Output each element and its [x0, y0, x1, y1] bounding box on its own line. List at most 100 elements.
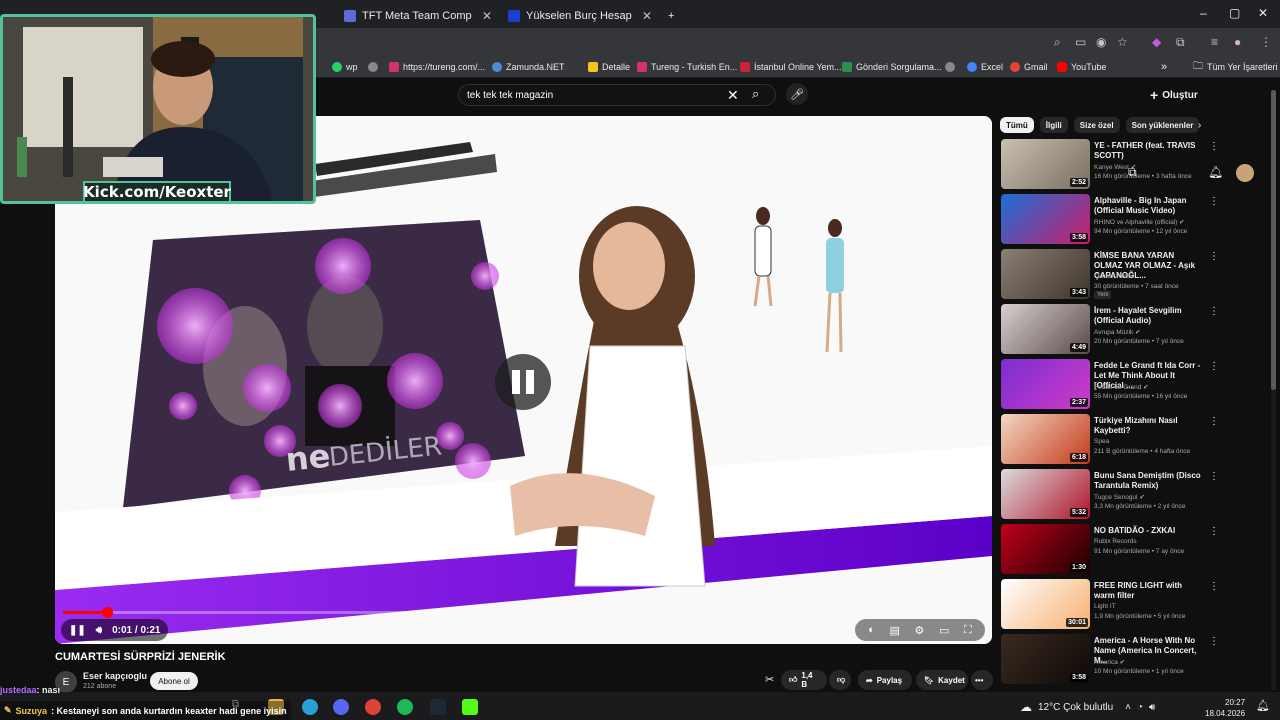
- channel-name[interactable]: Eser kapçıoglu: [83, 671, 147, 681]
- eye-off-icon[interactable]: ◉: [1096, 35, 1106, 49]
- bookmark-item[interactable]: YouTube: [1057, 60, 1106, 74]
- save-button[interactable]: 🔖︎ Kaydet: [916, 670, 968, 690]
- recommendation-item[interactable]: 5:32 Bunu Sana Demiştim (Disco Tarantula …: [1001, 469, 1261, 521]
- zoom-icon[interactable]: ⌕: [1054, 35, 1061, 50]
- settings-gear-icon[interactable]: ⚙: [915, 624, 925, 637]
- recommendation-item[interactable]: 4:49 İrem - Hayalet Sevgilim (Official Au…: [1001, 304, 1261, 356]
- dislike-button[interactable]: 👎︎: [829, 670, 851, 690]
- bookmarks-overflow-button[interactable]: »: [1161, 60, 1167, 74]
- search-icon[interactable]: ⌕: [752, 86, 759, 102]
- video-thumbnail[interactable]: 2:52: [1001, 139, 1090, 189]
- weather-text[interactable]: 12°C Çok bulutlu: [1038, 702, 1113, 713]
- tab-close-icon[interactable]: ✕: [642, 9, 652, 23]
- progress-bar[interactable]: [63, 607, 984, 618]
- recommendation-item[interactable]: 3:43 KİMSE BANA YARAN OLMAZ YAR OLMAZ - A…: [1001, 249, 1261, 301]
- all-bookmarks-folder[interactable]: 🗀 Tüm Yer İşaretleri: [1193, 60, 1278, 74]
- video-thumbnail[interactable]: 6:18: [1001, 414, 1090, 464]
- media-control-icon[interactable]: ≡: [1211, 35, 1218, 49]
- scrollbar[interactable]: [1271, 90, 1276, 690]
- bookmark-item[interactable]: İstanbul Online Yem...: [740, 60, 842, 74]
- more-options-icon[interactable]: ⋮: [1209, 251, 1219, 262]
- bookmark-item[interactable]: Gmail: [1010, 60, 1048, 74]
- notification-icon[interactable]: 🔔︎: [1256, 699, 1270, 712]
- extension-icon[interactable]: ◆: [1152, 35, 1161, 49]
- video-thumbnail[interactable]: 30:01: [1001, 579, 1090, 629]
- recommendation-title[interactable]: Bunu Sana Demiştim (Disco Tarantula Remi…: [1094, 471, 1204, 491]
- network-icon[interactable]: ◔: [1137, 702, 1143, 713]
- steam-icon[interactable]: [430, 699, 446, 715]
- more-options-icon[interactable]: ⋮: [1209, 196, 1219, 207]
- recommendation-channel[interactable]: Avrupa Müzik ✔: [1094, 328, 1141, 336]
- recommendation-item[interactable]: 2:37 Fedde Le Grand ft Ida Corr - Let Me …: [1001, 359, 1261, 411]
- video-thumbnail[interactable]: 5:32: [1001, 469, 1090, 519]
- more-options-icon[interactable]: ⋮: [1209, 416, 1219, 427]
- bookmark-item[interactable]: Excel: [967, 60, 1003, 74]
- autoplay-toggle[interactable]: ◐: [868, 624, 875, 636]
- recommendation-item[interactable]: 3:58 Alphaville - Big In Japan (Official …: [1001, 194, 1261, 246]
- video-thumbnail[interactable]: 3:58: [1001, 634, 1090, 684]
- edge-icon[interactable]: [302, 699, 318, 715]
- fullscreen-icon[interactable]: ⛶: [964, 624, 972, 637]
- close-window-button[interactable]: ✕: [1258, 6, 1268, 20]
- discord-icon[interactable]: [333, 699, 349, 715]
- recommendation-item[interactable]: 30:01 FREE RING LIGHT with warm filter Lig…: [1001, 579, 1261, 631]
- clock[interactable]: 20:27 18.04.2026: [1205, 697, 1245, 719]
- share-button[interactable]: ➦ Paylaş: [858, 670, 912, 690]
- puzzle-icon[interactable]: ⧉: [1176, 35, 1185, 50]
- spotify-icon[interactable]: [397, 699, 413, 715]
- recommendation-channel[interactable]: RHINO ve Alphaville (official) ✔: [1094, 218, 1185, 226]
- bookmark-item[interactable]: Gönderi Sorgulama...: [842, 60, 942, 74]
- video-thumbnail[interactable]: 4:49: [1001, 304, 1090, 354]
- video-thumbnail[interactable]: 2:37: [1001, 359, 1090, 409]
- new-tab-button[interactable]: +: [660, 4, 684, 28]
- bookmark-item[interactable]: [368, 60, 378, 74]
- browser-tab[interactable]: Yükselen Burç Hesaplama 2026 ✕: [500, 4, 660, 28]
- scrollbar-thumb[interactable]: [1271, 90, 1276, 390]
- subtitles-icon[interactable]: ▤: [890, 624, 900, 637]
- kick-icon[interactable]: [462, 699, 478, 715]
- like-button[interactable]: 👍︎ 1,4 B: [781, 670, 827, 690]
- recommendation-item[interactable]: 6:18 Türkiye Mizahını Nasıl Kaybetti? Spea…: [1001, 414, 1261, 466]
- recommendation-channel[interactable]: Kanye West ✔: [1094, 163, 1136, 171]
- pause-icon[interactable]: ❚❚: [69, 625, 86, 636]
- recommendation-title[interactable]: Alphaville - Big In Japan (Official Musi…: [1094, 196, 1204, 216]
- chip-for-you[interactable]: Size özel: [1073, 117, 1120, 133]
- chip-recently-uploaded[interactable]: Son yüklenenler: [1125, 117, 1200, 133]
- more-options-icon[interactable]: ⋮: [1209, 581, 1219, 592]
- recommendation-title[interactable]: FREE RING LIGHT with warm filter: [1094, 581, 1204, 601]
- subscribe-button[interactable]: Abone ol: [150, 672, 198, 690]
- star-icon[interactable]: ☆: [1117, 35, 1128, 49]
- video-thumbnail[interactable]: 1:30: [1001, 524, 1090, 574]
- recommendation-channel[interactable]: America ✔: [1094, 658, 1125, 666]
- bookmark-item[interactable]: wp: [332, 60, 358, 74]
- recommendation-channel[interactable]: Rubix Records: [1094, 538, 1137, 545]
- video-thumbnail[interactable]: 3:43: [1001, 249, 1090, 299]
- maximize-button[interactable]: ▢: [1229, 6, 1240, 20]
- remix-icon[interactable]: ✂: [765, 673, 774, 686]
- bookmark-item[interactable]: https://tureng.com/...: [389, 60, 485, 74]
- recommendation-channel[interactable]: Spea: [1094, 438, 1109, 445]
- more-actions-button[interactable]: •••: [971, 670, 993, 690]
- recommendation-item[interactable]: 1:30 NO BATIDÃO - ZXKAI Rubix Records 91 Mn…: [1001, 524, 1261, 576]
- more-options-icon[interactable]: ⋮: [1209, 306, 1219, 317]
- clear-search-icon[interactable]: ✕: [727, 87, 739, 104]
- recommendation-channel[interactable]: Tugce Senogul ✔: [1094, 493, 1145, 501]
- recommendation-channel[interactable]: Light IT: [1094, 603, 1116, 610]
- chevron-right-icon[interactable]: ›: [1198, 120, 1201, 131]
- bookmark-item[interactable]: Tureng - Turkish En...: [637, 60, 737, 74]
- video-thumbnail[interactable]: 3:58: [1001, 194, 1090, 244]
- recommendation-title[interactable]: İrem - Hayalet Sevgilim (Official Audio): [1094, 306, 1204, 326]
- chip-all[interactable]: Tümü: [1000, 117, 1034, 133]
- chip-related[interactable]: İlgili: [1039, 117, 1068, 133]
- microphone-icon[interactable]: 🎤︎: [786, 83, 808, 105]
- more-options-icon[interactable]: ⋮: [1209, 636, 1219, 647]
- profile-avatar-icon[interactable]: ●: [1234, 35, 1241, 49]
- create-button[interactable]: + Oluştur: [1150, 87, 1198, 103]
- tab-close-icon[interactable]: ✕: [482, 9, 492, 23]
- recommendation-title[interactable]: Türkiye Mizahını Nasıl Kaybetti?: [1094, 416, 1204, 436]
- bookmark-item[interactable]: Detalle: [588, 60, 630, 74]
- more-options-icon[interactable]: ⋮: [1209, 141, 1219, 152]
- chevron-up-icon[interactable]: ˄: [1125, 702, 1131, 713]
- recommendation-item[interactable]: 3:58 America - A Horse With No Name (Amer…: [1001, 634, 1261, 686]
- recommendation-channel[interactable]: Fedde Le Grand ✔: [1094, 383, 1149, 391]
